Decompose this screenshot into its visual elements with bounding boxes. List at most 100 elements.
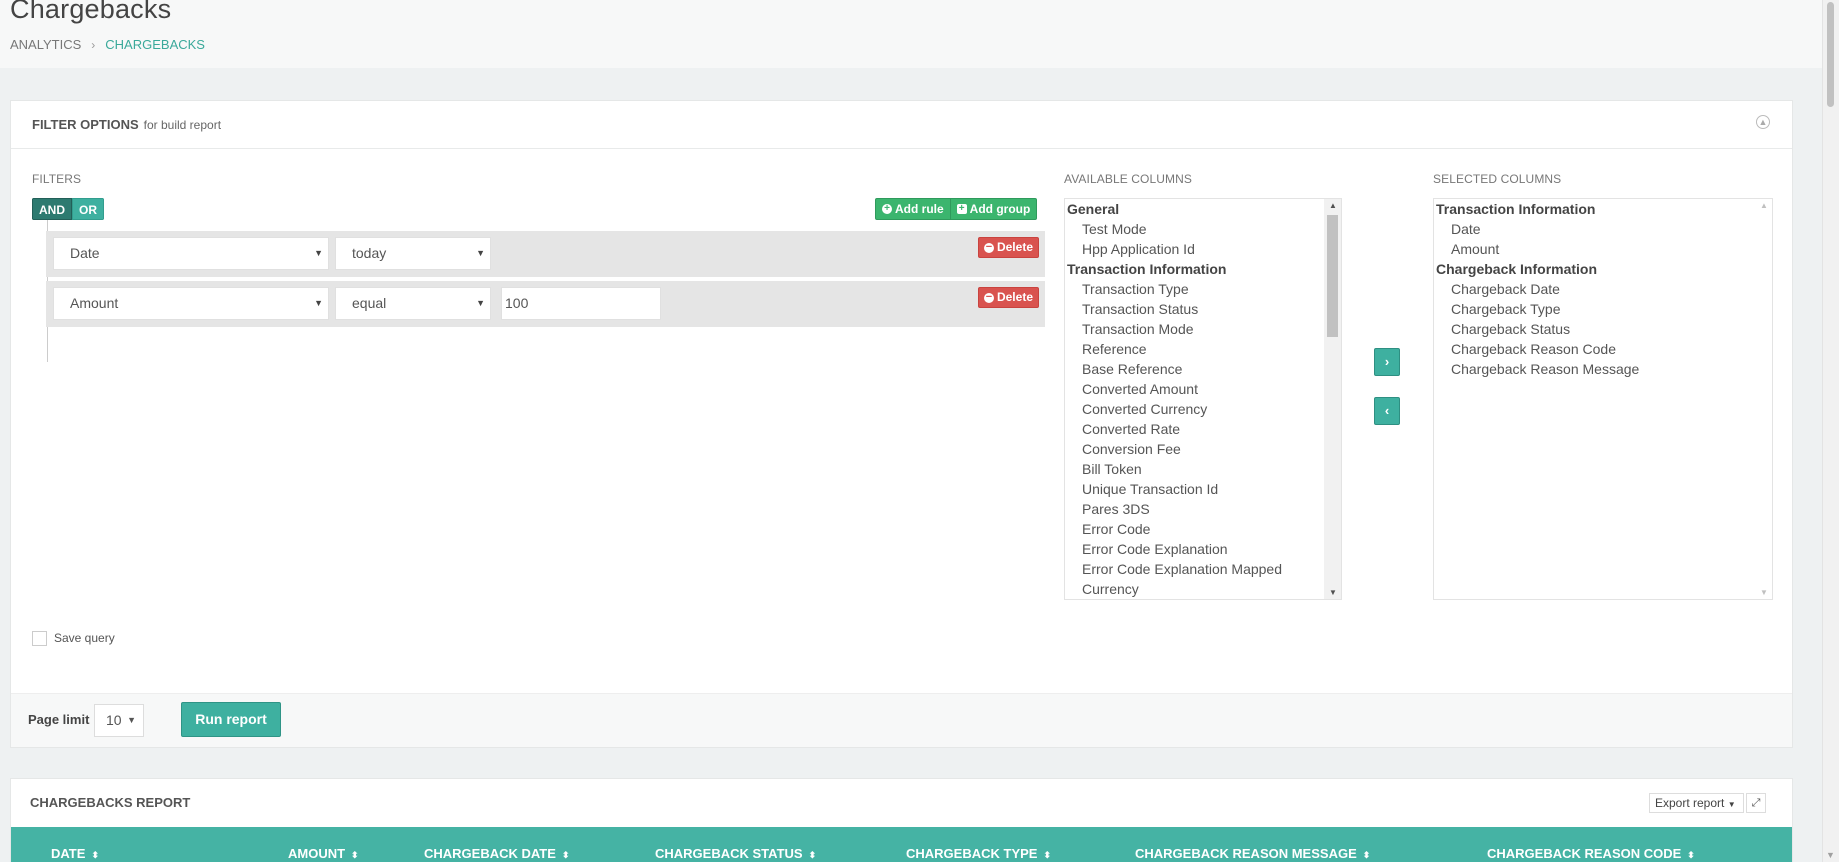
rule-field-value: Date: [70, 245, 100, 261]
save-query-checkbox[interactable]: [32, 631, 47, 646]
sort-icon: ⬍: [91, 850, 99, 860]
scroll-down-icon[interactable]: ▼: [1329, 588, 1337, 597]
breadcrumb: ANALYTICS › CHARGEBACKS: [10, 37, 205, 52]
list-option[interactable]: Bill Token: [1065, 459, 1341, 479]
column-header-chargeback-status[interactable]: CHARGEBACK STATUS ⬍: [655, 846, 816, 861]
collapse-icon[interactable]: ▲: [1756, 115, 1770, 129]
delete-rule-button[interactable]: − Delete: [977, 287, 1039, 308]
scroll-up-icon[interactable]: ▲: [1760, 201, 1768, 210]
rule-actions: + Add rule + Add group: [875, 198, 1038, 220]
breadcrumb-chargebacks[interactable]: CHARGEBACKS: [105, 37, 205, 52]
list-option[interactable]: Error Code Explanation: [1065, 539, 1341, 559]
list-option[interactable]: Chargeback Reason Code: [1434, 339, 1772, 359]
selected-list-scrollbar[interactable]: ▲ ▼: [1755, 199, 1772, 599]
rule-field-select[interactable]: Amount ▼: [53, 287, 329, 320]
list-option[interactable]: Test Mode: [1065, 219, 1341, 239]
rule-operator-value: equal: [352, 295, 387, 311]
list-option[interactable]: Unique Transaction Id: [1065, 479, 1341, 499]
plus-circle-icon: +: [882, 204, 892, 214]
run-report-button[interactable]: Run report: [181, 702, 281, 737]
scrollbar-thumb[interactable]: [1327, 215, 1338, 337]
page-limit-label: Page limit: [28, 712, 90, 727]
filter-panel-footer: Page limit 10 ▼ Run report: [11, 693, 1792, 747]
list-option[interactable]: Conversion Fee: [1065, 439, 1341, 459]
list-option[interactable]: Chargeback Status: [1434, 319, 1772, 339]
sort-icon: ⬍: [561, 850, 570, 860]
sort-icon: ⬍: [1043, 850, 1052, 860]
add-rule-button[interactable]: + Add rule: [875, 198, 951, 220]
available-columns-list[interactable]: General Test Mode Hpp Application Id Transa…: [1064, 198, 1342, 600]
add-rule-label: Add rule: [895, 202, 944, 216]
column-header-chargeback-type[interactable]: CHARGEBACK TYPE ⬍: [906, 846, 1051, 861]
column-header-amount[interactable]: AMOUNT ⬍: [288, 846, 359, 861]
list-option[interactable]: Converted Rate: [1065, 419, 1341, 439]
filter-panel-title: FILTER OPTIONS: [32, 117, 139, 132]
list-option[interactable]: Amount: [1434, 239, 1772, 259]
add-group-label: Add group: [969, 202, 1031, 216]
save-query-label: Save query: [54, 631, 115, 645]
expand-icon[interactable]: ⤢: [1746, 793, 1766, 813]
scroll-down-icon[interactable]: ▼: [1760, 588, 1768, 597]
move-right-button[interactable]: ›: [1374, 348, 1400, 376]
add-group-button[interactable]: + Add group: [950, 198, 1038, 220]
list-option[interactable]: Currency: [1065, 579, 1341, 599]
breadcrumb-analytics[interactable]: ANALYTICS: [10, 37, 81, 52]
caret-down-icon: ▼: [476, 298, 485, 308]
list-option[interactable]: Error Code: [1065, 519, 1341, 539]
list-option[interactable]: Transaction Status: [1065, 299, 1341, 319]
list-option[interactable]: Transaction Mode: [1065, 319, 1341, 339]
list-option[interactable]: Transaction Type: [1065, 279, 1341, 299]
or-button[interactable]: OR: [72, 198, 104, 220]
and-button[interactable]: AND: [32, 198, 72, 220]
page-title: Chargebacks: [10, 0, 172, 24]
list-group-header: Transaction Information: [1067, 261, 1227, 277]
list-option[interactable]: Date: [1434, 219, 1772, 239]
selected-columns-list[interactable]: Transaction Information Date Amount Chargeb…: [1433, 198, 1773, 600]
move-left-button[interactable]: ‹: [1374, 397, 1400, 425]
selected-columns-label: SELECTED COLUMNS: [1433, 172, 1562, 186]
scroll-down-icon[interactable]: ▼: [1826, 850, 1835, 860]
minus-circle-icon: −: [983, 240, 994, 253]
delete-rule-button[interactable]: − Delete: [977, 237, 1039, 258]
column-header-date[interactable]: DATE ⬍: [51, 846, 99, 861]
rule-field-value: Amount: [70, 295, 119, 311]
rule-operator-select[interactable]: equal ▼: [335, 287, 491, 320]
column-header-chargeback-reason-message[interactable]: CHARGEBACK REASON MESSAGE ⬍: [1135, 846, 1370, 861]
export-report-label: Export report: [1655, 796, 1725, 810]
list-option[interactable]: Chargeback Reason Message: [1434, 359, 1772, 379]
rule-operator-select[interactable]: today ▼: [335, 237, 491, 270]
report-title: CHARGEBACKS REPORT: [30, 795, 191, 810]
chevron-right-icon: ›: [91, 37, 96, 52]
delete-label: Delete: [996, 290, 1033, 304]
plus-square-icon: +: [956, 204, 967, 214]
available-list-scrollbar[interactable]: ▲ ▼: [1324, 199, 1341, 599]
delete-label: Delete: [996, 240, 1033, 254]
list-option[interactable]: Error Code Explanation Mapped: [1065, 559, 1341, 579]
list-option[interactable]: Reference: [1065, 339, 1341, 359]
caret-down-icon: ▼: [1727, 800, 1736, 809]
condition-toggle: AND OR: [32, 198, 104, 220]
column-header-chargeback-date[interactable]: CHARGEBACK DATE ⬍: [424, 846, 569, 861]
scroll-up-icon[interactable]: ▲: [1329, 201, 1337, 210]
caret-down-icon: ▼: [127, 715, 136, 725]
list-option[interactable]: Chargeback Date: [1434, 279, 1772, 299]
page-scrollbar[interactable]: ▼: [1822, 0, 1839, 862]
list-option[interactable]: Hpp Application Id: [1065, 239, 1341, 259]
list-option[interactable]: Pares 3DS: [1065, 499, 1341, 519]
sort-icon: ⬍: [1687, 850, 1695, 860]
page-scrollbar-thumb[interactable]: [1827, 2, 1834, 107]
page-limit-select[interactable]: 10 ▼: [94, 704, 144, 737]
report-table-header: DATE ⬍ AMOUNT ⬍ CHARGEBACK DATE ⬍ CHARGEBAC…: [11, 827, 1792, 862]
list-option[interactable]: Converted Currency: [1065, 399, 1341, 419]
caret-down-icon: ▼: [314, 298, 323, 308]
page-header: Chargebacks ANALYTICS › CHARGEBACKS: [0, 0, 1822, 68]
list-option[interactable]: Chargeback Type: [1434, 299, 1772, 319]
list-group-header: Transaction Information: [1436, 201, 1596, 217]
column-header-chargeback-reason-code[interactable]: CHARGEBACK REASON CODE ⬍: [1487, 846, 1695, 861]
list-option[interactable]: Converted Amount: [1065, 379, 1341, 399]
export-report-button[interactable]: Export report ▼: [1649, 793, 1744, 813]
rule-field-select[interactable]: Date ▼: [53, 237, 329, 270]
rule-operator-value: today: [352, 245, 387, 261]
list-option[interactable]: Base Reference: [1065, 359, 1341, 379]
rule-value-input[interactable]: 100: [501, 287, 661, 320]
